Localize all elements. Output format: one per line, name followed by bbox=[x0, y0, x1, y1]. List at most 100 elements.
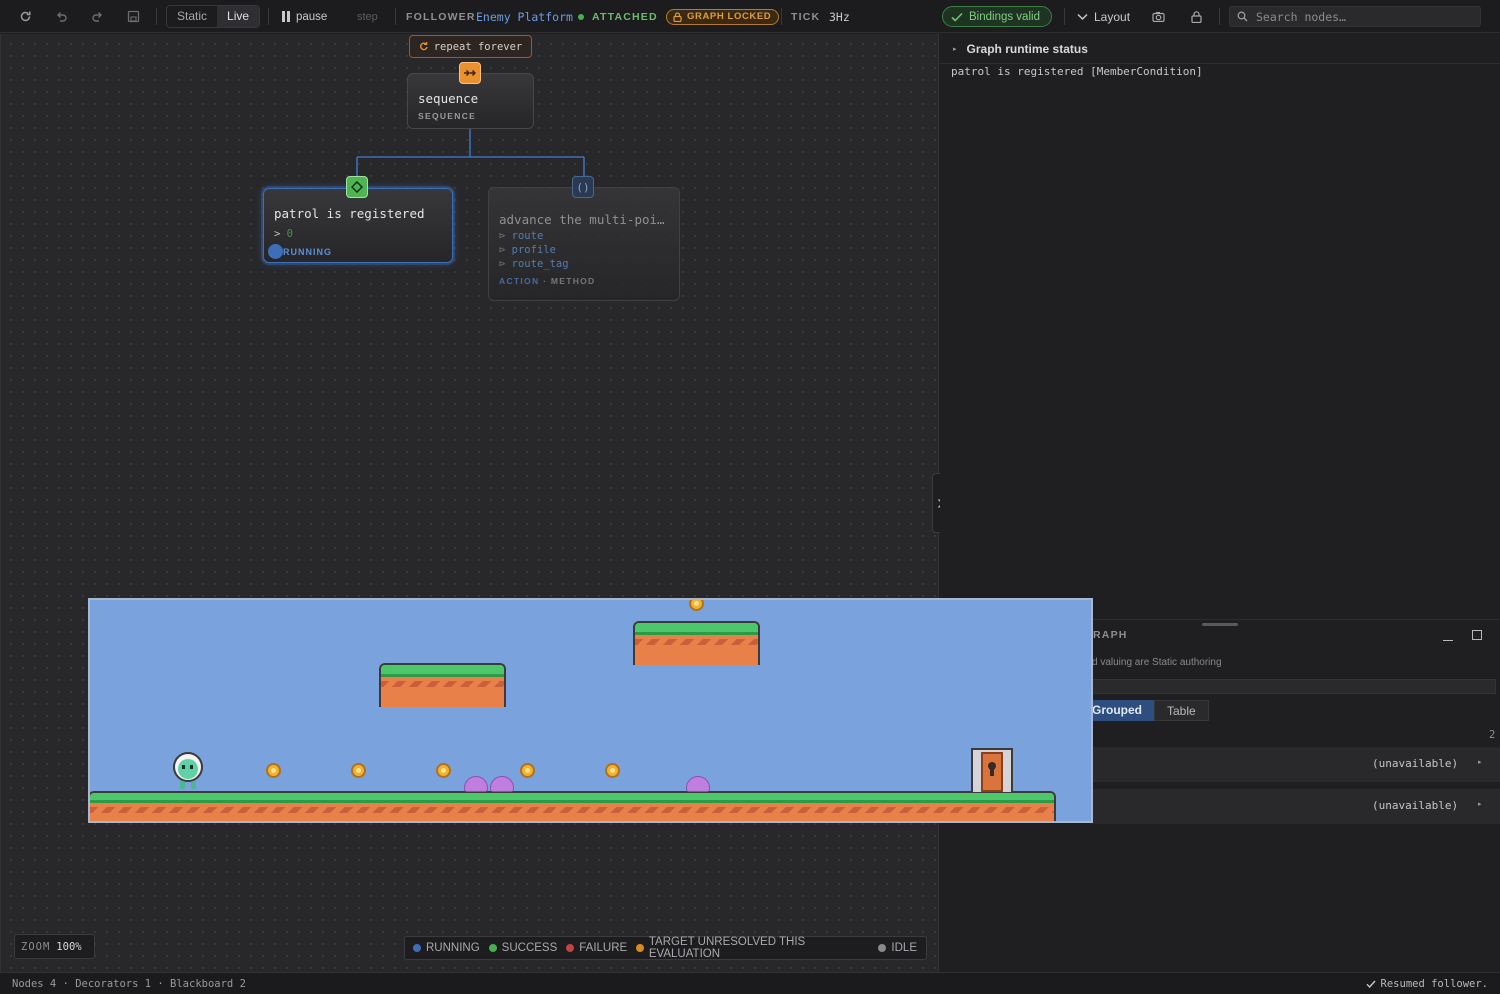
search-box[interactable] bbox=[1229, 6, 1481, 27]
coin-icon bbox=[689, 600, 704, 611]
tick-rate-select[interactable]: 3Hz bbox=[829, 0, 850, 33]
runtime-status-header[interactable]: ▸ Graph runtime status bbox=[940, 34, 1500, 64]
redo-icon bbox=[86, 6, 108, 28]
blackboard-filter-bar[interactable] bbox=[1090, 679, 1496, 694]
search-input[interactable] bbox=[1256, 9, 1471, 24]
action-prop-profile: ⊳ profile bbox=[499, 244, 556, 256]
status-legend: RUNNING SUCCESS FAILURE TARGET UNRESOLVE… bbox=[404, 936, 927, 960]
decorator-repeat-forever[interactable]: repeat forever bbox=[409, 35, 532, 58]
tick-value: 3Hz bbox=[829, 9, 850, 24]
attached-status: ATTACHED bbox=[578, 0, 658, 33]
sequence-type: SEQUENCE bbox=[418, 111, 477, 121]
zoom-label: ZOOM bbox=[21, 940, 51, 953]
blackboard-row-2[interactable]: (unavailable) ▸ bbox=[1090, 789, 1500, 824]
status-message-text: Resumed follower. bbox=[1380, 978, 1488, 990]
mode-toggle: Static Live bbox=[166, 5, 261, 28]
legend-failure: FAILURE bbox=[566, 942, 627, 954]
minimize-button[interactable] bbox=[1443, 640, 1453, 641]
screenshot-button[interactable] bbox=[1152, 0, 1165, 33]
coin-icon bbox=[436, 763, 451, 778]
condition-expression: > 0 bbox=[274, 228, 293, 240]
lock-graph-button[interactable] bbox=[1191, 0, 1202, 33]
legend-idle: IDLE bbox=[878, 942, 917, 954]
running-indicator bbox=[268, 244, 283, 259]
save-button[interactable] bbox=[122, 0, 144, 33]
zoom-indicator[interactable]: ZOOM 100% bbox=[14, 934, 95, 959]
follower-target-link[interactable]: Enemy Platform bbox=[476, 0, 573, 33]
expand-triangle-icon[interactable]: ▸ bbox=[1478, 800, 1482, 808]
legend-target-unresolved: TARGET UNRESOLVED THIS EVALUATION bbox=[636, 936, 869, 960]
check-icon bbox=[1366, 980, 1376, 988]
floating-platform-2 bbox=[633, 621, 760, 665]
redo-button[interactable] bbox=[86, 0, 108, 33]
blackboard-row-1[interactable]: (unavailable) ▸ bbox=[1090, 747, 1500, 782]
chevron-down-icon bbox=[1077, 13, 1088, 20]
follower-label: FOLLOWER bbox=[406, 10, 476, 23]
step-label: step bbox=[357, 10, 378, 23]
condition-title: patrol is registered bbox=[274, 206, 425, 221]
game-preview-window[interactable] bbox=[88, 598, 1093, 823]
bindings-label: Bindings valid bbox=[969, 10, 1040, 23]
camera-icon bbox=[1152, 12, 1165, 22]
coin-icon bbox=[351, 763, 366, 778]
blackboard-title: RAPH bbox=[1093, 629, 1128, 641]
lock-icon bbox=[1191, 10, 1202, 23]
refresh-button[interactable] bbox=[14, 0, 36, 33]
tab-grouped[interactable]: Grouped bbox=[1090, 700, 1154, 721]
zoom-value: 100% bbox=[56, 940, 82, 953]
toolbar: Static Live pause step FOLLOWER Enemy Pl… bbox=[0, 0, 1500, 33]
enemy-slime bbox=[464, 776, 488, 792]
repeat-icon bbox=[419, 42, 428, 51]
blackboard-count: 2 bbox=[1489, 729, 1496, 741]
refresh-icon bbox=[14, 6, 36, 28]
graph-counts: Nodes 4 · Decorators 1 · Blackboard 2 bbox=[12, 978, 246, 990]
enemy-slime bbox=[490, 776, 514, 792]
pause-icon bbox=[282, 11, 290, 22]
pause-button[interactable]: pause bbox=[282, 0, 327, 33]
coin-icon bbox=[520, 763, 535, 778]
graph-locked-badge[interactable]: GRAPH LOCKED bbox=[666, 0, 780, 33]
decorator-label: repeat forever bbox=[433, 40, 523, 53]
action-type: ACTION · METHOD bbox=[499, 276, 596, 286]
maximize-button[interactable] bbox=[1472, 630, 1482, 640]
tab-table[interactable]: Table bbox=[1154, 700, 1209, 721]
step-button[interactable]: step bbox=[357, 0, 378, 33]
coin-icon bbox=[266, 763, 281, 778]
action-prop-route-tag: ⊳ route_tag bbox=[499, 258, 569, 270]
action-node-advance[interactable]: advance the multi-poi… ⊳ route ⊳ profile… bbox=[488, 187, 680, 301]
sequence-icon bbox=[459, 62, 481, 84]
search-icon bbox=[1237, 11, 1248, 22]
undo-icon bbox=[50, 6, 72, 28]
status-message: Resumed follower. bbox=[1366, 978, 1488, 990]
status-bar: Nodes 4 · Decorators 1 · Blackboard 2 Re… bbox=[0, 972, 1500, 994]
save-icon bbox=[122, 6, 144, 28]
expand-triangle-icon[interactable]: ▸ bbox=[1478, 758, 1482, 766]
mode-static-button[interactable]: Static bbox=[167, 6, 217, 27]
bindings-valid-badge[interactable]: Bindings valid bbox=[942, 0, 1052, 33]
exit-door bbox=[971, 748, 1013, 792]
lock-icon bbox=[673, 11, 682, 22]
legend-success: SUCCESS bbox=[488, 942, 557, 954]
sequence-title: sequence bbox=[418, 91, 479, 106]
undo-button[interactable] bbox=[50, 0, 72, 33]
attached-label: ATTACHED bbox=[592, 10, 658, 23]
action-method-icon: () bbox=[572, 176, 594, 198]
ground-platform bbox=[90, 791, 1056, 821]
row-value: (unavailable) bbox=[1372, 799, 1459, 812]
condition-node-patrol-registered[interactable]: patrol is registered > 0 RUNNING bbox=[263, 188, 453, 263]
row-value: (unavailable) bbox=[1372, 757, 1459, 770]
graph-canvas[interactable]: repeat forever sequence SEQUENCE patrol … bbox=[0, 34, 949, 972]
layout-label: Layout bbox=[1094, 9, 1131, 24]
layout-menu-button[interactable]: Layout bbox=[1077, 0, 1130, 33]
blackboard-description: d valuing are Static authoring bbox=[1092, 657, 1222, 668]
condition-icon bbox=[346, 176, 368, 198]
condition-status: RUNNING bbox=[283, 247, 332, 257]
right-panel: ▸ Graph runtime status patrol is registe… bbox=[940, 34, 1500, 972]
floating-platform-1 bbox=[379, 663, 506, 707]
runtime-status-title: Graph runtime status bbox=[966, 41, 1088, 56]
enemy-slime bbox=[686, 776, 710, 792]
mode-live-button[interactable]: Live bbox=[217, 6, 260, 27]
follower-target: Enemy Platform bbox=[476, 9, 573, 24]
legend-running: RUNNING bbox=[413, 942, 480, 954]
pause-label: pause bbox=[296, 10, 328, 23]
